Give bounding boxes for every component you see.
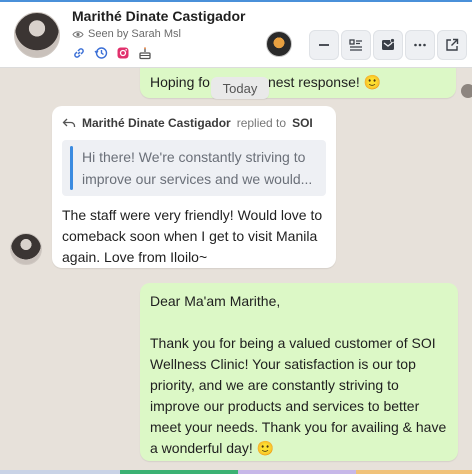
header-accent-line [0,0,472,2]
message-line: Thank you for being a valued customer of… [150,335,436,351]
outgoing-message[interactable]: Dear Ma'am Marithe, Thank you for being … [140,283,458,461]
message-line: The staff were very friendly! Would love… [62,207,323,223]
eye-icon [72,30,84,38]
history-icon[interactable] [94,46,108,60]
quote-line: improve our services and we would... [82,171,313,187]
reply-icon [62,118,76,127]
instagram-icon[interactable] [116,46,130,60]
minimize-icon [319,44,329,46]
contact-avatar[interactable] [14,12,60,58]
more-icon [414,43,426,47]
message-line: comeback soon when I get to visit Manila [62,228,318,244]
inbox-button[interactable] [373,30,403,60]
incoming-message-text: The staff were very friendly! Would love… [62,205,326,268]
incoming-message[interactable]: Marithé Dinate Castigador replied to SOI… [52,106,336,268]
date-divider: Today [211,77,269,99]
seen-by-text: Seen by Sarah Msl [88,28,181,40]
details-icon [349,39,362,51]
strip-segment [120,470,238,474]
quoted-message[interactable]: Hi there! We're constantly striving to i… [62,140,326,196]
replied-to-target: SOI [292,115,313,130]
minimize-button[interactable] [309,30,339,60]
contact-quick-icons [72,46,152,60]
bottom-color-strip [0,470,472,474]
message-line: improve our products and services to bet… [150,398,420,414]
replied-to-label: replied to [236,115,287,130]
inbox-icon [382,38,395,50]
contact-name[interactable]: Marithé Dinate Castigador [72,8,245,24]
strip-segment [0,470,120,474]
message-line: meet your needs. Thank you for availing … [150,419,447,435]
seen-status: Seen by Sarah Msl [72,28,181,40]
details-button[interactable] [341,30,371,60]
reply-header: Marithé Dinate Castigador replied to SOI [62,114,326,132]
message-greeting: Dear Ma'am Marithe, [150,293,281,309]
previous-outgoing-message[interactable]: Hoping fo nest response! 🙂 [140,66,456,98]
reply-author: Marithé Dinate Castigador [82,115,231,130]
message-line: Wellness Clinic! Your satisfaction is ou… [150,356,416,372]
message-line: a wonderful day! 🙂 [150,440,275,456]
cake-icon[interactable] [138,46,152,60]
message-line: again. Love from Iloilo~ [62,249,208,265]
message-line: priority, and we are constantly striving… [150,377,399,393]
previous-message-text-left: Hoping fo [150,74,210,90]
strip-segment [238,470,356,474]
seen-indicator-avatar [461,84,472,98]
strip-segment [356,470,472,474]
conversation-header: Marithé Dinate Castigador Seen by Sarah … [0,0,472,68]
previous-message-text-right: nest response! 🙂 [267,74,382,90]
open-external-button[interactable] [437,30,467,60]
more-options-button[interactable] [405,30,435,60]
link-icon[interactable] [72,46,86,60]
quote-line: Hi there! We're constantly striving to [82,149,306,165]
open-external-icon [446,38,459,51]
sender-avatar[interactable] [10,233,42,265]
assigned-agent-avatar[interactable] [266,31,292,57]
